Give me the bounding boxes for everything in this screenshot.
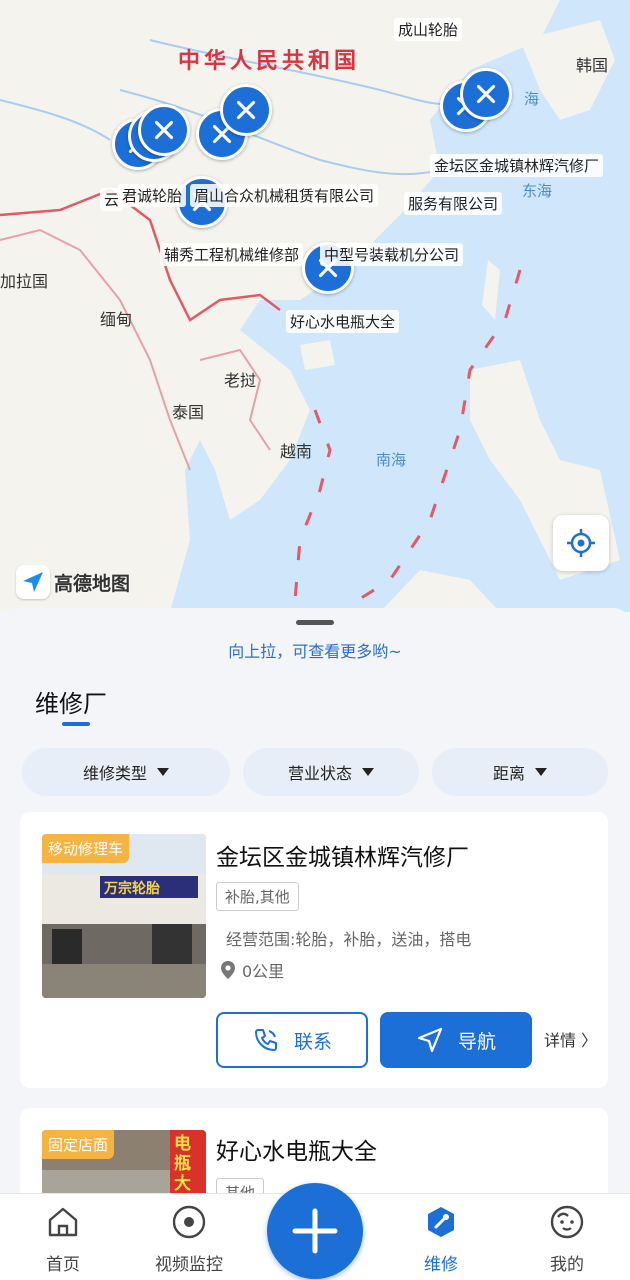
bottom-sheet[interactable]: 向上拉，可查看更多哟~ 维修厂 维修类型 营业状态 距离 万宗轮胎 移动修理车 bbox=[0, 608, 630, 1228]
tab-repair[interactable]: 维修 bbox=[378, 1194, 504, 1280]
wrench-screwdriver-icon bbox=[154, 120, 174, 140]
shop-scope: 经营范围:轮胎，补胎，送油，搭电 bbox=[226, 930, 472, 949]
filter-distance[interactable]: 距离 bbox=[432, 748, 608, 796]
tab-video-monitor[interactable]: 视频监控 bbox=[126, 1194, 252, 1280]
wrench-screwdriver-icon bbox=[476, 84, 496, 104]
shop-distance: 0公里 bbox=[220, 958, 284, 982]
pull-hint: 向上拉，可查看更多哟~ bbox=[228, 642, 402, 661]
shop-sign-text: 万宗轮胎 bbox=[104, 881, 160, 897]
location-pin-icon bbox=[221, 961, 235, 979]
plus-icon bbox=[292, 1208, 338, 1254]
amap-logo: 高德地图 bbox=[16, 565, 130, 599]
detail-link[interactable]: 详情 〉 bbox=[544, 1027, 597, 1051]
filter-repair-type[interactable]: 维修类型 bbox=[22, 748, 230, 796]
map-view[interactable]: 中华人民共和国 韩国 老挝 泰国 越南 缅甸 加拉国 东海 南海 海 成山轮胎 … bbox=[0, 0, 630, 612]
shop-name: 金坛区金城镇林辉汽修厂 bbox=[216, 845, 469, 871]
drag-handle[interactable] bbox=[296, 620, 334, 625]
section-title-underline bbox=[62, 722, 90, 726]
map-label-bangladesh: 加拉国 bbox=[0, 272, 49, 291]
navigate-button[interactable]: 导航 bbox=[380, 1012, 532, 1068]
home-icon bbox=[45, 1204, 81, 1240]
map-pin[interactable] bbox=[460, 68, 512, 120]
shop-name: 好心水电瓶大全 bbox=[216, 1139, 377, 1165]
map-label-yellow-sea: 海 bbox=[524, 90, 540, 108]
wrench-screwdriver-icon bbox=[236, 100, 256, 120]
amap-logo-icon bbox=[16, 565, 50, 599]
tab-label: 维修 bbox=[424, 1255, 458, 1275]
profile-icon bbox=[549, 1204, 585, 1240]
map-pin[interactable] bbox=[220, 84, 272, 136]
caret-down-icon bbox=[157, 768, 169, 776]
poi-label-fuwu[interactable]: 服务有限公司 bbox=[404, 192, 503, 215]
tab-home[interactable]: 首页 bbox=[0, 1194, 126, 1280]
map-label-laos: 老挝 bbox=[224, 371, 257, 390]
filter-business-status[interactable]: 营业状态 bbox=[243, 748, 419, 796]
navigation-arrow-icon bbox=[417, 1027, 443, 1053]
map-label-china: 中华人民共和国 bbox=[178, 49, 361, 74]
poi-label-haoxin[interactable]: 好心水电瓶大全 bbox=[286, 310, 400, 333]
contact-label: 联系 bbox=[293, 1030, 332, 1053]
map-label-korea: 韩国 bbox=[576, 56, 609, 75]
map-label-thailand: 泰国 bbox=[172, 403, 205, 422]
map-label-south-sea: 南海 bbox=[376, 451, 407, 469]
map-label-myanmar: 缅甸 bbox=[100, 310, 133, 329]
navigate-label: 导航 bbox=[457, 1030, 496, 1053]
section-title: 维修厂 bbox=[35, 690, 107, 718]
shop-photo: 万宗轮胎 移动修理车 bbox=[42, 834, 206, 998]
filter-label: 营业状态 bbox=[287, 764, 352, 783]
shop-card[interactable]: 万宗轮胎 移动修理车 金坛区金城镇林辉汽修厂 补胎,其他 经营范围:轮胎，补胎，… bbox=[20, 812, 608, 1088]
shop-sign-text: 电瓶大 bbox=[174, 1134, 191, 1194]
map-label-east-sea: 东海 bbox=[522, 182, 553, 200]
poi-label-jintan[interactable]: 金坛区金城镇林辉汽修厂 bbox=[430, 154, 604, 177]
locate-icon bbox=[567, 529, 595, 557]
shop-type-tag: 移动修理车 bbox=[42, 834, 130, 863]
poi-label-junchen[interactable]: 君诚轮胎 bbox=[118, 184, 187, 207]
map-label-vietnam: 越南 bbox=[280, 442, 313, 461]
filter-label: 距离 bbox=[492, 764, 525, 783]
contact-button[interactable]: 联系 bbox=[216, 1012, 368, 1068]
caret-down-icon bbox=[362, 768, 374, 776]
tab-label: 首页 bbox=[46, 1255, 80, 1275]
poi-label-chengshan[interactable]: 成山轮胎 bbox=[394, 18, 463, 41]
tab-profile[interactable]: 我的 bbox=[504, 1194, 630, 1280]
phone-icon bbox=[254, 1029, 277, 1051]
poi-label-meishan[interactable]: 眉山合众机械租赁有限公司 bbox=[190, 184, 379, 207]
locate-button[interactable] bbox=[553, 515, 609, 571]
caret-down-icon bbox=[535, 768, 547, 776]
poi-label-fuxiu[interactable]: 辅秀工程机械维修部 bbox=[160, 243, 304, 266]
shop-type-tag: 固定店面 bbox=[42, 1130, 115, 1159]
poi-label-zhongxing[interactable]: 中型号装载机分公司 bbox=[320, 243, 464, 266]
repair-icon bbox=[423, 1204, 459, 1240]
video-monitor-icon bbox=[171, 1204, 207, 1240]
shop-distance-value: 0公里 bbox=[242, 962, 285, 981]
map-pin[interactable] bbox=[138, 104, 190, 156]
filter-label: 维修类型 bbox=[82, 764, 147, 783]
tab-label: 视频监控 bbox=[155, 1255, 223, 1275]
amap-logo-text: 高德地图 bbox=[54, 572, 131, 595]
shop-category-tag: 补胎,其他 bbox=[216, 882, 299, 911]
add-button[interactable] bbox=[267, 1183, 363, 1279]
tab-label: 我的 bbox=[550, 1255, 584, 1275]
